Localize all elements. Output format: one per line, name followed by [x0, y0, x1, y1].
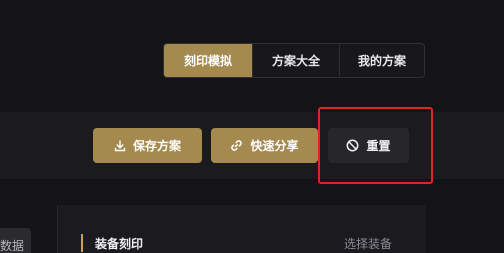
reset-highlight-box: [318, 107, 433, 184]
left-panel-chip-text: 数据: [0, 239, 25, 253]
section-accent-bar: [81, 234, 83, 252]
mode-tabs: 刻印模拟 方案大全 我的方案: [163, 43, 425, 78]
app-root: 刻印模拟 方案大全 我的方案 保存方案 快速分享 重置 数据 装备刻印 选择装备: [0, 0, 504, 253]
save-plan-label: 保存方案: [132, 139, 181, 153]
download-icon: [114, 139, 126, 152]
link-icon: [230, 139, 243, 152]
tab-my-plans[interactable]: 我的方案: [339, 44, 424, 77]
select-equipment-link[interactable]: 选择装备: [344, 235, 392, 252]
tab-engraving-sim[interactable]: 刻印模拟: [164, 44, 252, 77]
quick-share-button[interactable]: 快速分享: [211, 128, 318, 163]
save-plan-button[interactable]: 保存方案: [93, 128, 202, 163]
quick-share-label: 快速分享: [250, 139, 299, 153]
equipment-section-title: 装备刻印: [95, 237, 144, 251]
tab-plan-collection[interactable]: 方案大全: [252, 44, 339, 77]
